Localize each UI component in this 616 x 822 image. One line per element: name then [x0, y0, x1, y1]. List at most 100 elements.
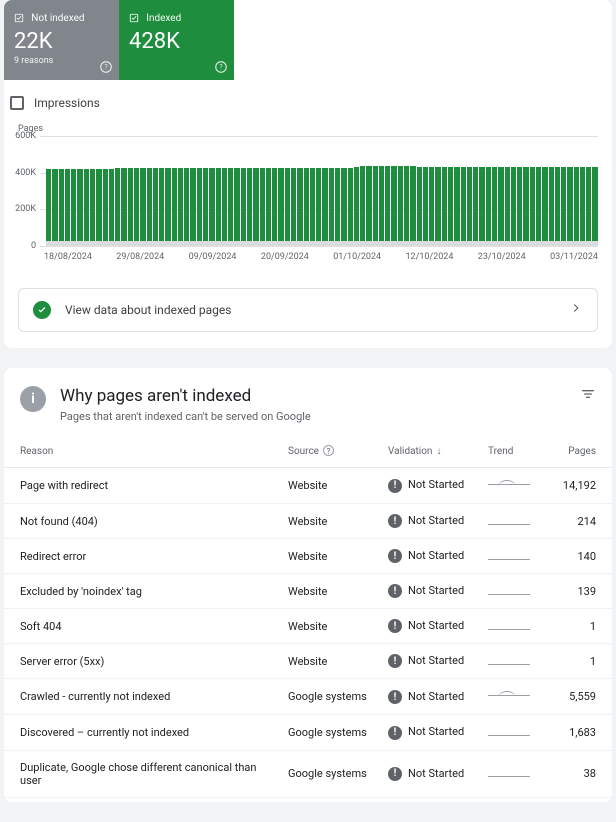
cell-reason: Server error (5xx) [4, 644, 284, 679]
impressions-toggle[interactable]: Impressions [4, 86, 612, 110]
section-subtitle: Pages that aren't indexed can't be serve… [60, 410, 311, 423]
x-tick-label: 23/10/2024 [478, 252, 526, 262]
cell-trend [484, 715, 544, 750]
cell-pages: 14,192 [544, 468, 612, 504]
cell-validation: !Not Started [384, 750, 484, 797]
view-indexed-label: View data about indexed pages [65, 303, 569, 317]
header-source[interactable]: Source? [284, 437, 384, 468]
cell-reason: Not found (404) [4, 504, 284, 539]
header-pages[interactable]: Pages [544, 437, 612, 468]
header-validation[interactable]: Validation↓ [384, 437, 484, 468]
cell-reason: Soft 404 [4, 609, 284, 644]
cell-source: Google systems [284, 679, 384, 715]
cell-trend [484, 574, 544, 609]
cell-source: Website [284, 539, 384, 574]
cell-pages: 140 [544, 539, 612, 574]
cell-validation: !Not Started [384, 679, 484, 715]
indexed-card[interactable]: Indexed 428K ? [119, 0, 234, 80]
cell-validation: !Not Started [384, 715, 484, 750]
cell-source: Website [284, 504, 384, 539]
cell-pages: 5,559 [544, 679, 612, 715]
section-title: Why pages aren't indexed [60, 386, 311, 406]
cell-source: Website [284, 609, 384, 644]
x-tick-label: 29/08/2024 [116, 252, 164, 262]
cell-reason: Excluded by 'noindex' tag [4, 574, 284, 609]
cell-trend [484, 750, 544, 797]
svg-text:?: ? [104, 63, 108, 71]
coverage-chart: Pages 0 200K 400K 600K 18/08/2024 29/08/2024… [4, 118, 612, 274]
table-row[interactable]: Page with redirectWebsite!Not Started14,… [4, 468, 612, 504]
x-tick-label: 18/08/2024 [44, 252, 92, 262]
not-indexed-value: 22K [14, 29, 109, 54]
table-row[interactable]: Excluded by 'noindex' tagWebsite!Not Sta… [4, 574, 612, 609]
cell-source: Website [284, 644, 384, 679]
impressions-label: Impressions [34, 96, 100, 110]
not-indexed-card[interactable]: Not indexed 22K 9 reasons ? [4, 0, 119, 80]
stat-cards: Not indexed 22K 9 reasons ? Indexed 428K… [4, 0, 612, 80]
cell-pages: 139 [544, 574, 612, 609]
table-row[interactable]: Soft 404Website!Not Started1 [4, 609, 612, 644]
cell-validation: !Not Started [384, 468, 484, 504]
cell-source: Google systems [284, 750, 384, 797]
table-row[interactable]: Crawled - currently not indexedGoogle sy… [4, 679, 612, 715]
checkbox-checked-icon [129, 13, 139, 23]
header-reason[interactable]: Reason [4, 437, 284, 468]
x-tick-label: 12/10/2024 [405, 252, 453, 262]
view-indexed-link[interactable]: View data about indexed pages [18, 288, 598, 332]
table-header-row: Reason Source? Validation↓ Trend Pages [4, 437, 612, 468]
status-badge-icon: ! [388, 619, 402, 633]
cell-trend [484, 468, 544, 504]
status-badge-icon: ! [388, 584, 402, 598]
filter-icon[interactable] [580, 386, 596, 406]
y-tick-label: 600K [12, 131, 36, 141]
cell-validation: !Not Started [384, 504, 484, 539]
cell-trend [484, 609, 544, 644]
y-tick-label: 0 [12, 241, 36, 251]
indexed-label: Indexed [146, 13, 181, 24]
table-row[interactable]: Discovered – currently not indexedGoogle… [4, 715, 612, 750]
cell-pages: 214 [544, 504, 612, 539]
table-row[interactable]: Duplicate, Google chose different canoni… [4, 750, 612, 797]
table-row[interactable]: Server error (5xx)Website!Not Started1 [4, 644, 612, 679]
help-icon[interactable]: ? [99, 60, 113, 74]
check-circle-icon [33, 301, 51, 319]
coverage-card: Not indexed 22K 9 reasons ? Indexed 428K… [4, 0, 612, 348]
help-icon[interactable]: ? [323, 445, 334, 456]
indexed-value: 428K [129, 29, 224, 54]
x-tick-label: 09/09/2024 [189, 252, 237, 262]
header-trend[interactable]: Trend [484, 437, 544, 468]
cell-pages: 1,683 [544, 715, 612, 750]
y-tick-label: 400K [12, 168, 36, 178]
help-icon[interactable]: ? [214, 60, 228, 74]
x-tick-label: 03/11/2024 [550, 252, 598, 262]
y-tick-label: 200K [12, 204, 36, 214]
cell-reason: Page with redirect [4, 468, 284, 504]
x-tick-label: 01/10/2024 [333, 252, 381, 262]
cell-trend [484, 679, 544, 715]
sort-desc-icon: ↓ [436, 446, 441, 457]
cell-trend [484, 504, 544, 539]
reasons-table: Reason Source? Validation↓ Trend Pages P… [4, 437, 612, 798]
cell-validation: !Not Started [384, 644, 484, 679]
status-badge-icon: ! [388, 514, 402, 528]
status-badge-icon: ! [388, 767, 402, 781]
x-tick-label: 20/09/2024 [261, 252, 309, 262]
table-row[interactable]: Redirect errorWebsite!Not Started 140 [4, 539, 612, 574]
cell-reason: Crawled - currently not indexed [4, 679, 284, 715]
info-icon: i [20, 386, 46, 412]
table-row[interactable]: Not found (404)Website!Not Started 214 [4, 504, 612, 539]
cell-validation: !Not Started [384, 609, 484, 644]
not-indexed-sub: 9 reasons [14, 56, 109, 66]
checkbox-unchecked-icon[interactable] [10, 96, 24, 110]
checkbox-checked-icon [14, 13, 24, 23]
cell-reason: Redirect error [4, 539, 284, 574]
cell-source: Google systems [284, 715, 384, 750]
not-indexed-label: Not indexed [31, 13, 84, 24]
cell-validation: !Not Started [384, 539, 484, 574]
y-axis-label: Pages [18, 124, 598, 134]
cell-reason: Discovered – currently not indexed [4, 715, 284, 750]
status-badge-icon: ! [388, 549, 402, 563]
cell-trend [484, 539, 544, 574]
cell-trend [484, 644, 544, 679]
svg-text:?: ? [219, 63, 223, 71]
